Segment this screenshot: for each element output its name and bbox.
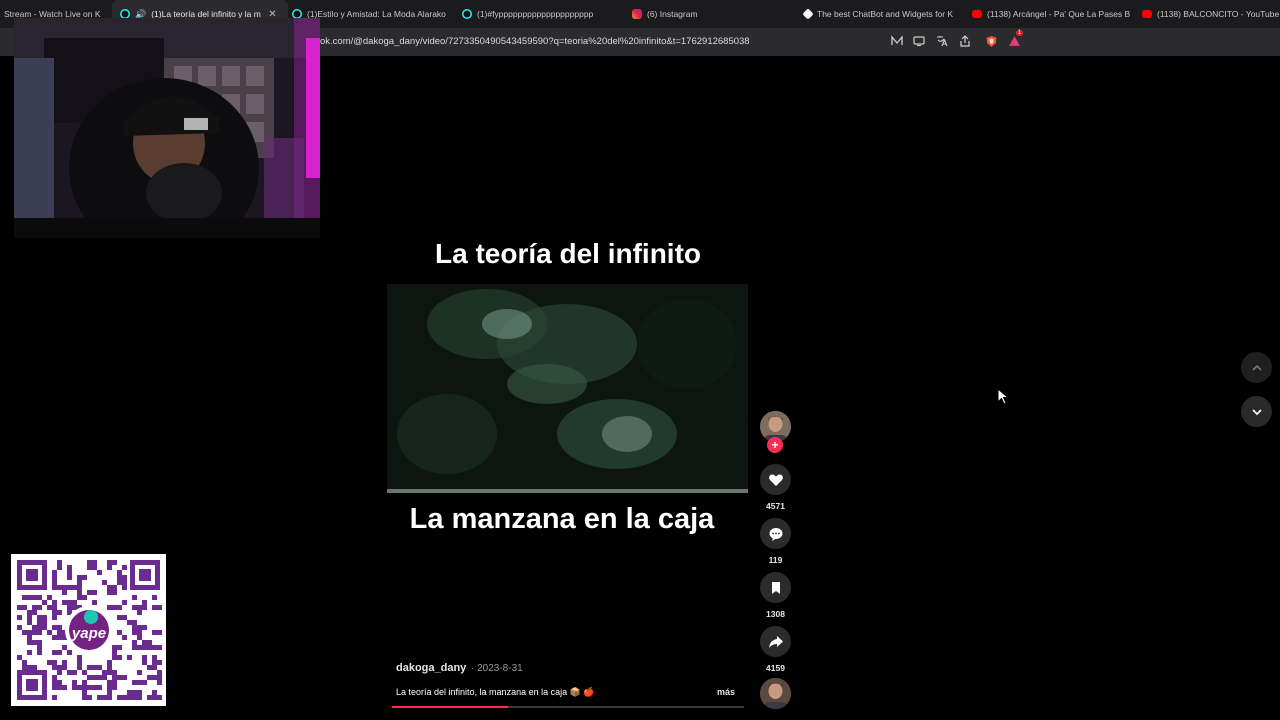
- tab-label: (1138) BALCONCITO - YouTube: [1157, 9, 1280, 19]
- comment-icon: [769, 527, 782, 541]
- share-icon[interactable]: [958, 34, 972, 48]
- tab-label: (1)#fypppppppppppppppppppp: [477, 9, 594, 19]
- previous-video-button[interactable]: [1241, 352, 1272, 383]
- tab-label: (1)Estilo y Amistad: La Moda Alarako: [307, 9, 446, 19]
- url-field[interactable]: ok.com/@dakoga_dany/video/72733504905434…: [320, 36, 750, 47]
- save-action: 1308: [760, 572, 791, 619]
- like-button[interactable]: [760, 464, 791, 495]
- comment-button[interactable]: [760, 518, 791, 549]
- bookmark-icon: [771, 581, 780, 594]
- tab-instagram[interactable]: (6) Instagram: [628, 0, 782, 28]
- youtube-icon: [1142, 10, 1152, 18]
- qr-code-image: yape: [11, 554, 166, 706]
- tab-youtube-balconcito[interactable]: (1138) BALCONCITO - YouTube: [1138, 0, 1280, 28]
- translate-icon[interactable]: [935, 34, 949, 48]
- mouse-cursor-icon: [997, 387, 1010, 411]
- follow-button[interactable]: +: [767, 437, 783, 453]
- chevron-up-icon: [1251, 364, 1262, 371]
- comment-count: 119: [768, 555, 783, 565]
- comment-action: 119: [760, 518, 791, 565]
- svg-text:yape: yape: [71, 625, 106, 642]
- share-button[interactable]: [760, 626, 791, 657]
- like-count: 4571: [766, 501, 785, 511]
- tab-youtube-arcangel[interactable]: (1138) Arcángel - Pa' Que La Pases B: [968, 0, 1130, 28]
- webcam-overlay: [14, 18, 320, 238]
- more-button[interactable]: más: [717, 687, 735, 697]
- chatbot-icon: [802, 8, 814, 20]
- instagram-icon: [632, 9, 642, 19]
- tiktok-icon: [462, 9, 472, 19]
- brave-shield-icon[interactable]: [984, 34, 998, 48]
- share-action: 4159: [760, 626, 791, 673]
- youtube-icon: [972, 10, 982, 18]
- next-video-button[interactable]: [1241, 396, 1272, 427]
- video-caption: La teoría del infinito, la manzana en la…: [396, 687, 595, 697]
- share-arrow-icon: [768, 635, 783, 648]
- tab-chatbot[interactable]: The best ChatBot and Widgets for K: [798, 0, 960, 28]
- video-subtitle-overlay: La manzana en la caja: [409, 503, 715, 535]
- video-progress-bar[interactable]: [392, 706, 744, 708]
- chevron-down-icon: [1251, 408, 1262, 415]
- sound-avatar[interactable]: [760, 678, 791, 709]
- author-username[interactable]: dakoga_dany: [396, 662, 466, 674]
- like-action: 4571: [760, 464, 791, 511]
- yape-qr-code: yape: [11, 554, 166, 706]
- video-title-overlay: La teoría del infinito: [434, 238, 701, 269]
- share-count: 4159: [766, 663, 785, 673]
- post-date: · 2023-8-31: [471, 663, 523, 674]
- reader-mode-icon[interactable]: [890, 34, 904, 48]
- video-player[interactable]: [387, 284, 748, 493]
- tab-label: (6) Instagram: [647, 9, 698, 19]
- tab-tiktok-fyp[interactable]: (1)#fypppppppppppppppppppp: [458, 0, 618, 28]
- video-frame-image: [387, 284, 748, 493]
- video-progress-fill: [392, 706, 509, 708]
- heart-icon: [768, 474, 783, 486]
- webcam-feed: [14, 18, 320, 238]
- tab-label: (1138) Arcángel - Pa' Que La Pases B: [987, 9, 1130, 19]
- brave-rewards-icon[interactable]: 1: [1007, 30, 1024, 48]
- save-count: 1308: [766, 609, 785, 619]
- save-button[interactable]: [760, 572, 791, 603]
- tab-label: The best ChatBot and Widgets for K: [817, 9, 954, 19]
- cast-icon[interactable]: [912, 34, 926, 48]
